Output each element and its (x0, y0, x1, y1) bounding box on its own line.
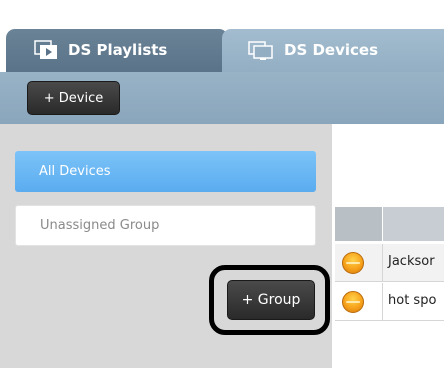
status-orange-icon (342, 291, 364, 313)
status-cell (335, 244, 383, 282)
tab-ds-playlists[interactable]: DS Playlists (6, 29, 228, 72)
device-name: hot spo (388, 293, 437, 308)
column-header-status[interactable] (335, 207, 383, 241)
add-device-button[interactable]: + Device (27, 81, 120, 115)
tab-bar: DS Playlists DS Devices (0, 0, 444, 72)
sidebar-item-label: All Devices (39, 164, 111, 179)
sidebar-item-unassigned-group[interactable]: Unassigned Group (15, 205, 316, 246)
highlight-annotation (209, 265, 330, 335)
sidebar-item-label: Unassigned Group (40, 218, 160, 233)
devices-icon (248, 41, 274, 61)
tab-label: DS Playlists (68, 41, 168, 59)
status-cell (335, 283, 383, 321)
sidebar-item-all-devices[interactable]: All Devices (15, 151, 316, 192)
status-orange-icon (342, 252, 364, 274)
column-header-name[interactable] (384, 207, 444, 241)
tab-label: DS Devices (284, 41, 379, 59)
table-row[interactable]: hot spo (335, 283, 444, 321)
device-name: Jacksor (388, 254, 435, 269)
table-header (335, 207, 444, 241)
table-row[interactable]: Jacksor (335, 244, 444, 282)
playlist-icon (34, 40, 60, 60)
tab-ds-devices[interactable]: DS Devices (222, 29, 444, 72)
